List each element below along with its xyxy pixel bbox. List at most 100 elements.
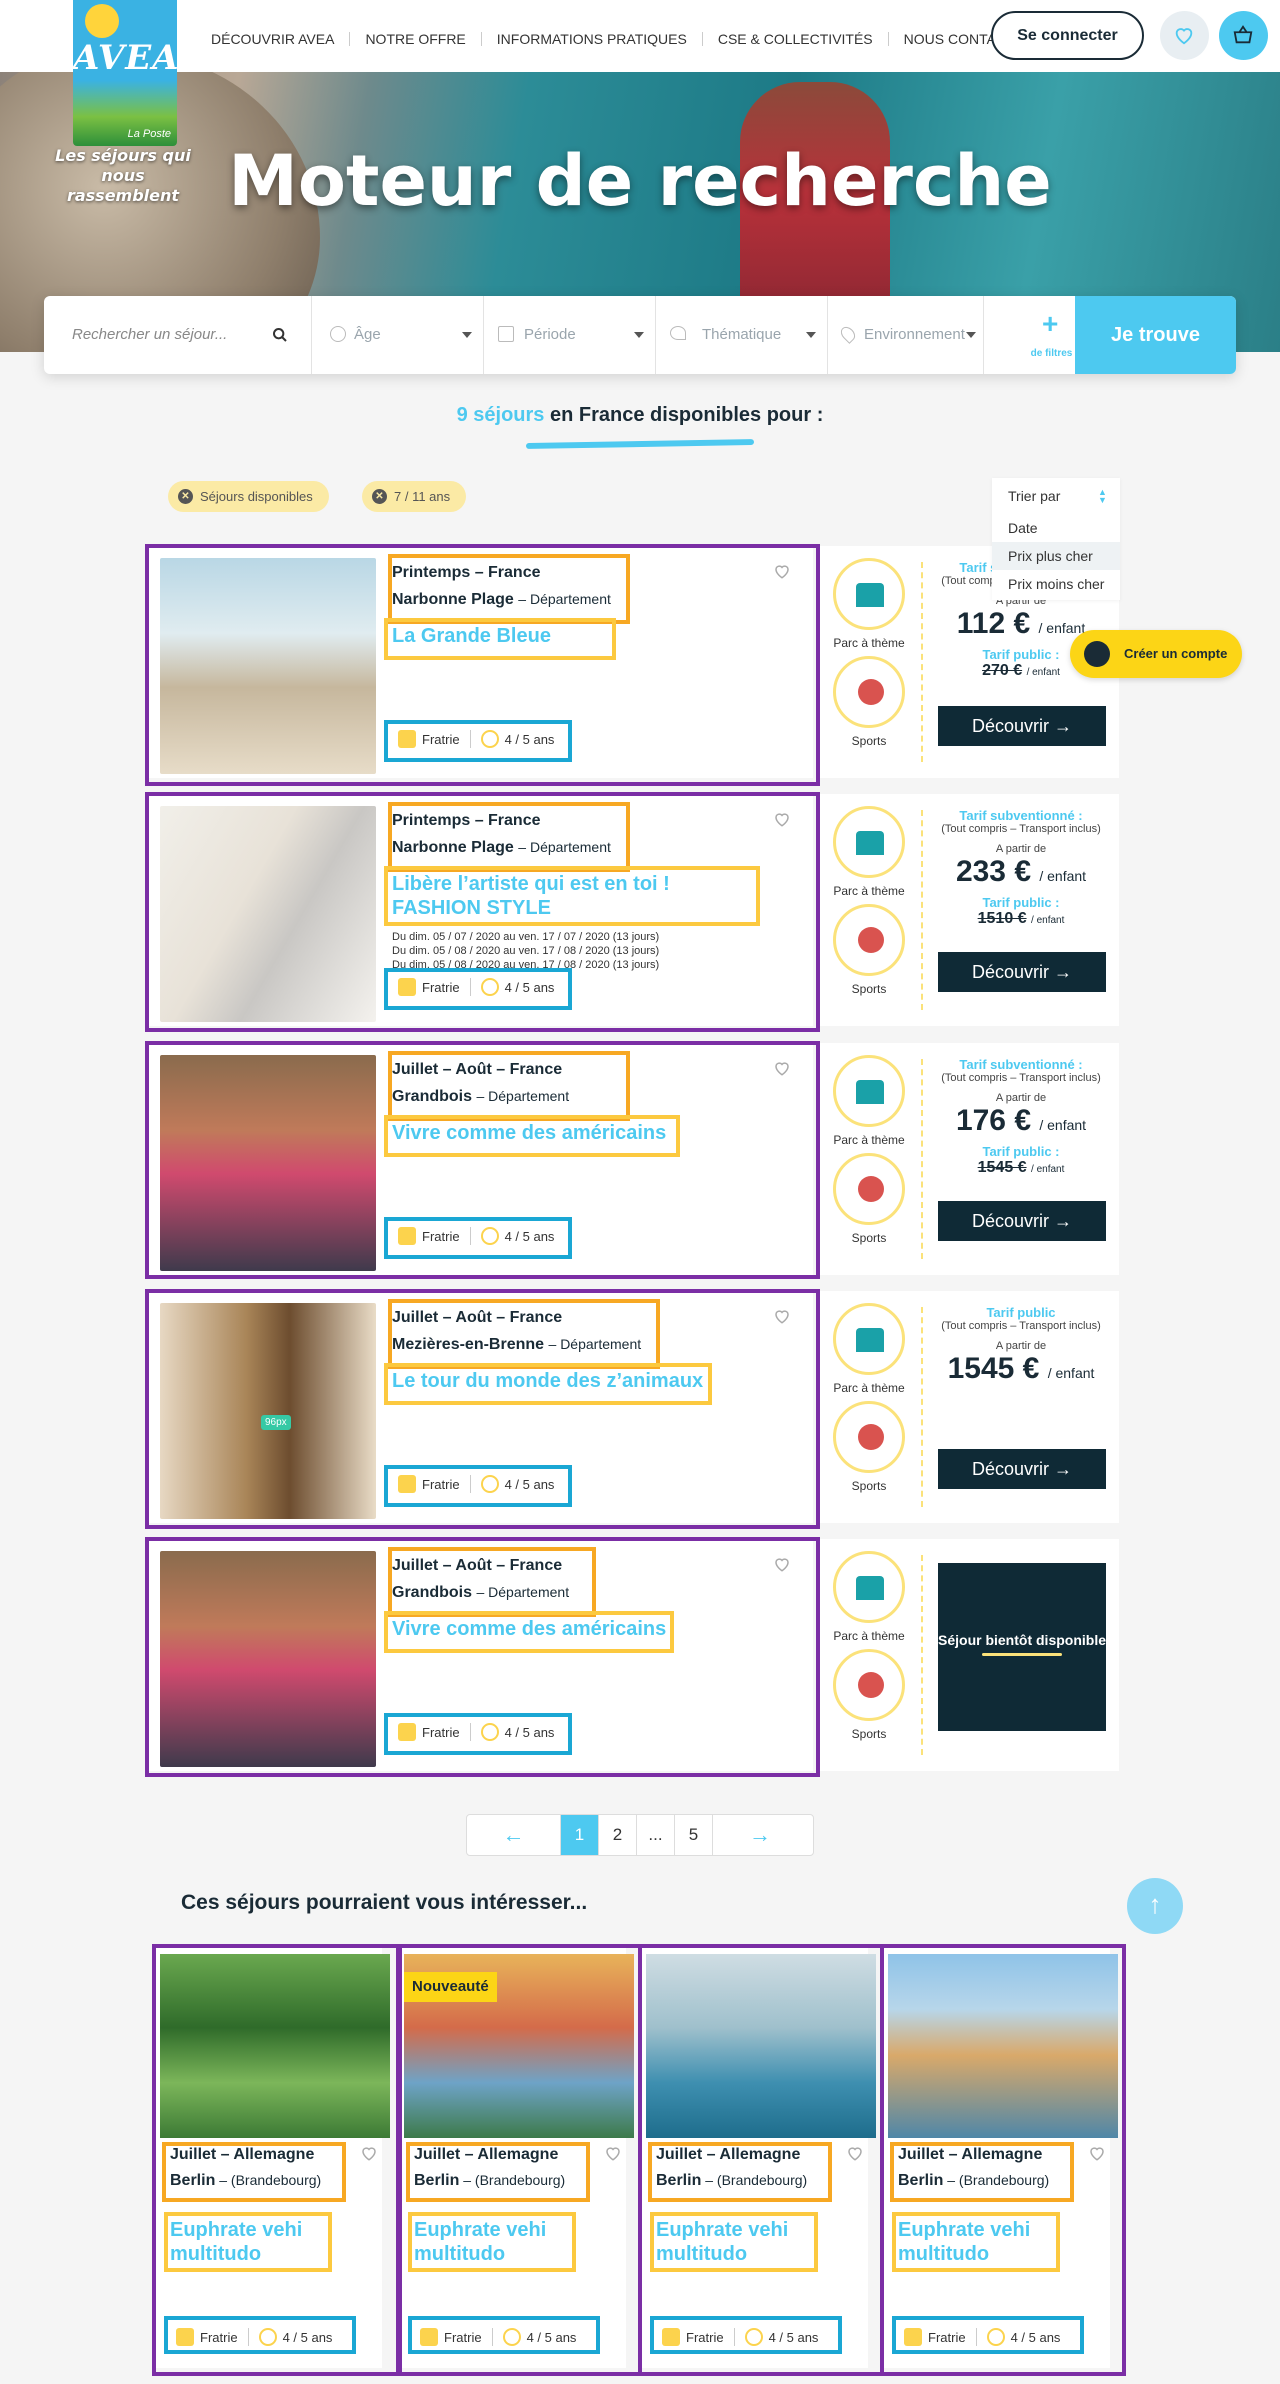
- annotation-box: [408, 2212, 576, 2272]
- divider: [921, 1555, 923, 1755]
- environment-select[interactable]: Environnement: [828, 296, 984, 374]
- reco-photo[interactable]: [888, 1954, 1118, 2138]
- nav-cse[interactable]: CSE & collectivités: [703, 32, 889, 46]
- reco-photo[interactable]: [646, 1954, 876, 2138]
- login-button[interactable]: Se connecter: [991, 11, 1144, 60]
- price-value: 176 € / enfant: [923, 1104, 1119, 1138]
- public-price-label: Tarif public :: [982, 895, 1060, 910]
- reco-photo[interactable]: [160, 1954, 390, 2138]
- theme-sports: Sports: [829, 656, 909, 748]
- park-icon: [833, 558, 905, 630]
- heart-icon[interactable]: [1088, 2144, 1106, 2167]
- public-price-unit: / enfant: [1031, 915, 1065, 926]
- heart-icon[interactable]: [773, 1307, 791, 1330]
- price-from: A partir de: [995, 843, 1047, 855]
- price-note: (Tout compris – Transport inclus): [941, 1320, 1101, 1332]
- page-2[interactable]: 2: [599, 1815, 637, 1855]
- discover-button[interactable]: Découvrir →: [938, 706, 1106, 746]
- heart-icon[interactable]: [773, 810, 791, 833]
- back-to-top-button[interactable]: ↑: [1127, 1878, 1183, 1934]
- card-photo[interactable]: [160, 1551, 376, 1767]
- chip-label: Séjours disponibles: [200, 489, 313, 504]
- annotation-box: [384, 1465, 572, 1507]
- sort-dropdown[interactable]: Trier par ▲ ▼ Date Prix plus cher Prix mo…: [992, 478, 1120, 600]
- age-select[interactable]: Âge: [312, 296, 484, 374]
- coming-soon-underline: [982, 1653, 1062, 1656]
- price-amount: 233 €: [955, 855, 1032, 888]
- theme-select[interactable]: Thématique: [656, 296, 828, 374]
- card-photo[interactable]: [160, 558, 376, 774]
- card-photo[interactable]: [160, 806, 376, 1022]
- public-price: 1510 € / enfant: [923, 910, 1119, 928]
- calendar-icon: [498, 326, 514, 342]
- search-bar: Rechercher un séjour... Âge Période Thém…: [44, 296, 1236, 374]
- coming-soon-block: Séjour bientôt disponible: [938, 1563, 1106, 1731]
- page-ellipsis: ...: [637, 1815, 675, 1855]
- nav-decouvrir[interactable]: Découvrir AVEA: [196, 32, 351, 46]
- heart-icon: [1175, 28, 1193, 45]
- favorites-button[interactable]: [1160, 11, 1209, 60]
- search-input[interactable]: Rechercher un séjour...: [44, 296, 312, 374]
- annotation-box: [384, 618, 616, 660]
- annotation-box: [384, 1115, 680, 1157]
- heart-icon[interactable]: [773, 1555, 791, 1578]
- annotation-box: [648, 2142, 832, 2202]
- chevron-down-icon: [806, 332, 816, 338]
- price-panel: Parc à thème Sports Tarif public (Tout c…: [817, 1291, 1119, 1523]
- pagination-prev[interactable]: ←: [467, 1815, 561, 1855]
- theme-label: Sports: [851, 982, 887, 996]
- heart-icon[interactable]: [773, 562, 791, 585]
- annotation-box: [650, 2212, 818, 2272]
- heart-icon[interactable]: [360, 2144, 378, 2167]
- page-5[interactable]: 5: [675, 1815, 713, 1855]
- chip-label: 7 / 11 ans: [394, 489, 451, 504]
- create-account-label: Créer un compte: [1124, 646, 1228, 661]
- new-badge: Nouveauté: [404, 1972, 497, 2002]
- nav-infos[interactable]: Informations pratiques: [482, 32, 703, 46]
- theme-label: Parc à thème: [833, 1629, 905, 1643]
- close-icon[interactable]: ✕: [178, 489, 193, 504]
- heart-icon[interactable]: [773, 1059, 791, 1082]
- age-label: Âge: [354, 326, 381, 343]
- search-submit-button[interactable]: Je trouve: [1075, 296, 1236, 374]
- heart-icon[interactable]: [846, 2144, 864, 2167]
- sort-option-date[interactable]: Date: [992, 514, 1120, 542]
- cart-button[interactable]: [1219, 11, 1268, 60]
- discover-button[interactable]: Découvrir →: [938, 1449, 1106, 1489]
- discover-button[interactable]: Découvrir →: [938, 1201, 1106, 1241]
- create-account-button[interactable]: Créer un compte: [1070, 630, 1242, 678]
- discover-button[interactable]: Découvrir →: [938, 952, 1106, 992]
- sort-option-price-asc[interactable]: Prix moins cher: [992, 570, 1120, 598]
- nav-offre[interactable]: Notre offre: [350, 32, 482, 46]
- pagination-next[interactable]: →: [713, 1815, 807, 1855]
- avea-logo[interactable]: AVEA La Poste: [73, 0, 179, 146]
- filter-chip[interactable]: ✕ 7 / 11 ans: [362, 481, 467, 512]
- period-label: Période: [524, 326, 576, 343]
- theme-label: Parc à thème: [833, 1133, 905, 1147]
- theme-sports: Sports: [829, 1401, 909, 1493]
- annotation-box: [388, 802, 630, 872]
- heading-underline: [525, 439, 755, 449]
- price-from: A partir de: [995, 1092, 1047, 1104]
- price-amount: 112 €: [956, 607, 1031, 640]
- price-block: Tarif public (Tout compris – Transport i…: [923, 1305, 1119, 1386]
- park-icon: [833, 1303, 905, 1375]
- sun-icon: [85, 4, 119, 38]
- annotation-box: [388, 1051, 630, 1121]
- period-select[interactable]: Période: [484, 296, 656, 374]
- public-price-unit: / enfant: [1026, 667, 1060, 678]
- top-navbar: Découvrir AVEA Notre offre Informations …: [0, 0, 1280, 72]
- environment-label: Environnement: [864, 326, 965, 343]
- close-icon[interactable]: ✕: [372, 489, 387, 504]
- page-1[interactable]: 1: [561, 1815, 599, 1855]
- card-photo[interactable]: [160, 1055, 376, 1271]
- sports-icon: [833, 656, 905, 728]
- results-heading: 9 séjours en France disponibles pour :: [0, 404, 1280, 427]
- card-photo[interactable]: [160, 1303, 376, 1519]
- price-label: Tarif public: [986, 1305, 1056, 1320]
- heart-icon[interactable]: [604, 2144, 622, 2167]
- annotation-box: [384, 968, 572, 1010]
- filter-chip[interactable]: ✕ Séjours disponibles: [168, 481, 329, 512]
- sort-option-price-desc[interactable]: Prix plus cher: [992, 542, 1120, 570]
- results-text: en France disponibles pour :: [550, 404, 824, 426]
